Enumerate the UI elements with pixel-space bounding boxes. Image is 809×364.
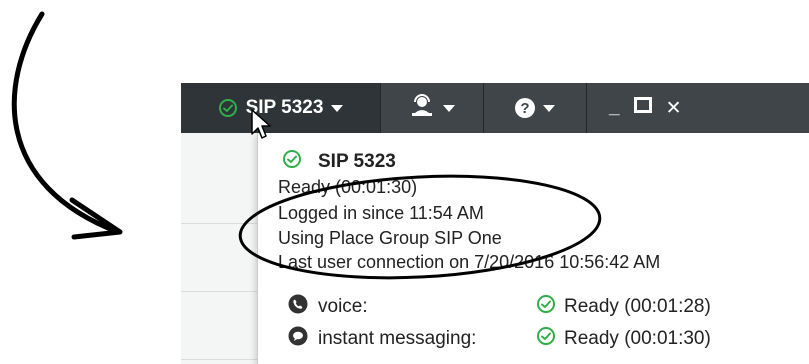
agent-headset-icon bbox=[409, 93, 435, 123]
media-name: voice: bbox=[318, 296, 368, 317]
window-controls: _ ✕ bbox=[587, 83, 727, 133]
logged-in-text: Logged in since 11:54 AM bbox=[278, 203, 484, 223]
help-menu-button[interactable]: ? bbox=[484, 83, 587, 133]
background-list-panel bbox=[181, 133, 257, 364]
ready-check-icon bbox=[218, 98, 238, 118]
ready-check-icon bbox=[282, 149, 302, 175]
minimize-button[interactable]: _ bbox=[609, 97, 620, 119]
help-icon: ? bbox=[515, 98, 535, 118]
popup-title-label: SIP 5323 bbox=[318, 151, 396, 172]
maximize-button[interactable] bbox=[633, 97, 652, 119]
media-state: Ready (00:01:30) bbox=[536, 326, 711, 352]
chevron-down-icon bbox=[331, 104, 344, 112]
ready-check-icon bbox=[536, 326, 556, 352]
chat-bubble-icon bbox=[288, 326, 308, 352]
media-state-label: Ready (00:01:30) bbox=[564, 328, 711, 349]
media-row-voice: voice: Ready (00:01:28) bbox=[288, 294, 711, 320]
top-toolbar: SIP 5323 ? _ ✕ bbox=[181, 83, 809, 133]
status-popup: SIP 5323 Ready (00:01:30) Logged in sinc… bbox=[257, 133, 809, 364]
annotation-arrowhead bbox=[69, 197, 123, 240]
popup-title: SIP 5323 bbox=[282, 149, 396, 175]
ready-check-icon bbox=[536, 294, 556, 320]
media-name: instant messaging: bbox=[318, 328, 477, 349]
annotation-arrow bbox=[11, 11, 121, 235]
media-row-instant-messaging: instant messaging: Ready (00:01:30) bbox=[288, 326, 711, 352]
media-state: Ready (00:01:28) bbox=[536, 294, 711, 320]
chevron-down-icon bbox=[443, 104, 455, 112]
place-group-text: Using Place Group SIP One bbox=[278, 228, 502, 248]
ready-duration-text: Ready (00:01:30) bbox=[278, 177, 418, 197]
mouse-pointer-icon bbox=[251, 109, 271, 139]
phone-icon bbox=[288, 294, 308, 320]
close-button[interactable]: ✕ bbox=[666, 97, 682, 120]
last-connection-text: Last user connection on 7/20/2016 10:56:… bbox=[278, 252, 661, 272]
status-button[interactable]: SIP 5323 bbox=[181, 83, 381, 133]
agent-menu-button[interactable] bbox=[381, 83, 484, 133]
chevron-down-icon bbox=[543, 104, 555, 112]
media-state-label: Ready (00:01:28) bbox=[564, 296, 711, 317]
